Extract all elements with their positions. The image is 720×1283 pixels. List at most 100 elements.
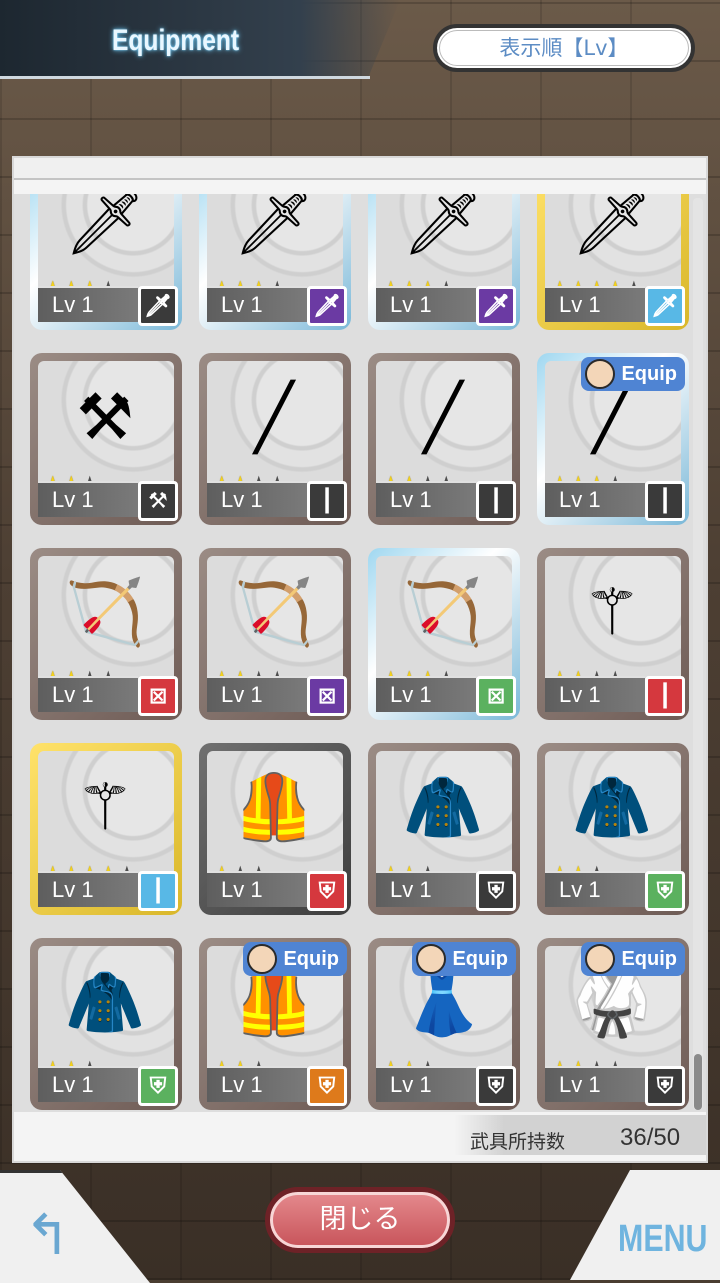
armor-icon: ⛨ bbox=[476, 871, 516, 911]
close-button[interactable]: 閉じる bbox=[265, 1187, 455, 1253]
armor-icon: ⛨ bbox=[645, 1066, 685, 1106]
rifle-item-icon: ╱ bbox=[254, 381, 294, 455]
character-avatar bbox=[585, 359, 616, 389]
sword-icon: 🗡 bbox=[138, 286, 178, 326]
item-level: Lv 1 bbox=[376, 676, 476, 712]
item-level: Lv 1 bbox=[38, 1066, 138, 1102]
equipment-card[interactable]: 🏹★★★★Lv 1⊠ bbox=[199, 548, 351, 720]
item-level: Lv 1 bbox=[545, 676, 645, 712]
sword-icon: 🗡 bbox=[307, 286, 347, 326]
character-avatar bbox=[585, 944, 616, 974]
item-level: Lv 1 bbox=[38, 481, 138, 517]
item-level: Lv 1 bbox=[545, 1066, 645, 1102]
equipment-panel: 🗡★★★★Lv 1🗡🗡★★★★Lv 1🗡🗡★★★★Lv 1🗡🗡★★★★★Lv 1… bbox=[14, 158, 706, 1161]
equipment-card[interactable]: 👗★★★Lv 1⛨Equip bbox=[368, 938, 520, 1110]
item-level: Lv 1 bbox=[207, 286, 307, 322]
bow-icon: ⊠ bbox=[307, 676, 347, 716]
spear-item-icon: 🗡 bbox=[64, 194, 146, 260]
equipped-badge: Equip bbox=[243, 942, 347, 976]
item-level: Lv 1 bbox=[545, 871, 645, 907]
equipment-card[interactable]: 🗡★★★★★Lv 1🗡 bbox=[537, 194, 689, 330]
equipment-card[interactable]: ╱★★★★Lv 1┃ bbox=[368, 353, 520, 525]
equipment-card[interactable]: 🏹★★★★Lv 1⊠ bbox=[368, 548, 520, 720]
back-arrow-icon[interactable]: ↰ bbox=[24, 1206, 71, 1266]
item-level: Lv 1 bbox=[207, 871, 307, 907]
equipment-card[interactable]: 🦺★★★Lv 1⛨ bbox=[199, 743, 351, 915]
equip-label: Equip bbox=[283, 948, 339, 970]
bow-icon: ⊠ bbox=[476, 676, 516, 716]
mace-item-icon: ⚒ bbox=[76, 381, 134, 455]
item-level: Lv 1 bbox=[376, 286, 476, 322]
coat-item-icon: 🧥 bbox=[65, 966, 145, 1040]
bow-item-icon: 🏹 bbox=[65, 576, 145, 650]
armor-icon: ⛨ bbox=[307, 1066, 347, 1106]
equipment-card[interactable]: ⚒★★★Lv 1⚒ bbox=[30, 353, 182, 525]
bullet-icon: ┃ bbox=[645, 481, 685, 521]
equipped-badge: Equip bbox=[581, 357, 685, 391]
equipment-card[interactable]: 🧥★★★Lv 1⛨ bbox=[30, 938, 182, 1110]
equipment-card[interactable]: 🧥★★★Lv 1⛨ bbox=[368, 743, 520, 915]
rifle-item-icon: ╱ bbox=[423, 381, 463, 455]
mace-icon: ⚒ bbox=[138, 481, 178, 521]
sword-icon: 🗡 bbox=[645, 286, 685, 326]
equipped-badge: Equip bbox=[412, 942, 516, 976]
armor-icon: ⛨ bbox=[138, 1066, 178, 1106]
character-avatar bbox=[247, 944, 278, 974]
equipment-card[interactable]: 🗡★★★★Lv 1🗡 bbox=[30, 194, 182, 330]
staff-item-icon: ⚚ bbox=[76, 771, 134, 845]
item-level: Lv 1 bbox=[207, 676, 307, 712]
equipment-card[interactable]: ⚚★★★★Lv 1┃ bbox=[537, 548, 689, 720]
bow-icon: ⊠ bbox=[138, 676, 178, 716]
equipment-card[interactable]: 🧥★★★Lv 1⛨ bbox=[537, 743, 689, 915]
panel-top-edge bbox=[14, 158, 706, 180]
equipment-card[interactable]: 🥋★★★★Lv 1⛨Equip bbox=[537, 938, 689, 1110]
item-level: Lv 1 bbox=[376, 481, 476, 517]
equipment-card[interactable]: 🦺★★★Lv 1⛨Equip bbox=[199, 938, 351, 1110]
staff-item-icon: ⚚ bbox=[583, 576, 641, 650]
header-underline bbox=[0, 76, 370, 79]
equipment-card[interactable]: ╱★★★★Lv 1┃Equip bbox=[537, 353, 689, 525]
scrollbar[interactable] bbox=[693, 198, 703, 1110]
menu-button[interactable]: MENU bbox=[618, 1218, 708, 1261]
item-level: Lv 1 bbox=[545, 286, 645, 322]
equipment-count-value: 36/50 bbox=[620, 1124, 681, 1151]
item-level: Lv 1 bbox=[38, 871, 138, 907]
equipment-grid[interactable]: 🗡★★★★Lv 1🗡🗡★★★★Lv 1🗡🗡★★★★Lv 1🗡🗡★★★★★Lv 1… bbox=[14, 194, 706, 1112]
item-level: Lv 1 bbox=[38, 676, 138, 712]
item-level: Lv 1 bbox=[376, 871, 476, 907]
armor-icon: ⛨ bbox=[476, 1066, 516, 1106]
equip-label: Equip bbox=[621, 363, 677, 385]
armor-item-icon: 🦺 bbox=[234, 771, 314, 845]
equipment-count-label: 武具所持数 bbox=[470, 1131, 566, 1153]
item-level: Lv 1 bbox=[376, 1066, 476, 1102]
equipment-card[interactable]: 🗡★★★★Lv 1🗡 bbox=[199, 194, 351, 330]
bullet-icon: ┃ bbox=[476, 481, 516, 521]
armor-icon: ⛨ bbox=[307, 871, 347, 911]
item-level: Lv 1 bbox=[38, 286, 138, 322]
bow-item-icon: 🏹 bbox=[234, 576, 314, 650]
staff-icon: ┃ bbox=[138, 871, 178, 911]
item-level: Lv 1 bbox=[545, 481, 645, 517]
sword-icon: 🗡 bbox=[476, 286, 516, 326]
character-avatar bbox=[416, 944, 447, 974]
spear-item-icon: 🗡 bbox=[233, 194, 315, 260]
armor-icon: ⛨ bbox=[645, 871, 685, 911]
page-title: Equipment bbox=[112, 24, 240, 57]
equipped-badge: Equip bbox=[581, 942, 685, 976]
item-level: Lv 1 bbox=[207, 1066, 307, 1102]
spear-item-icon: 🗡 bbox=[571, 194, 653, 260]
equipment-card[interactable]: ⚚★★★★★Lv 1┃ bbox=[30, 743, 182, 915]
equipment-card[interactable]: 🗡★★★★Lv 1🗡 bbox=[368, 194, 520, 330]
equipment-card[interactable]: 🏹★★★★Lv 1⊠ bbox=[30, 548, 182, 720]
scrollbar-thumb[interactable] bbox=[694, 1054, 702, 1110]
bullet-icon: ┃ bbox=[307, 481, 347, 521]
cloak-item-icon: 🧥 bbox=[403, 771, 483, 845]
coat-item-icon: 🧥 bbox=[572, 771, 652, 845]
equip-label: Equip bbox=[621, 948, 677, 970]
item-level: Lv 1 bbox=[207, 481, 307, 517]
spear-item-icon: 🗡 bbox=[402, 194, 484, 260]
sort-order-button[interactable]: 表示順【Lv】 bbox=[433, 24, 695, 72]
bow-item-icon: 🏹 bbox=[403, 576, 483, 650]
equipment-card[interactable]: ╱★★★★Lv 1┃ bbox=[199, 353, 351, 525]
staff-icon: ┃ bbox=[645, 676, 685, 716]
